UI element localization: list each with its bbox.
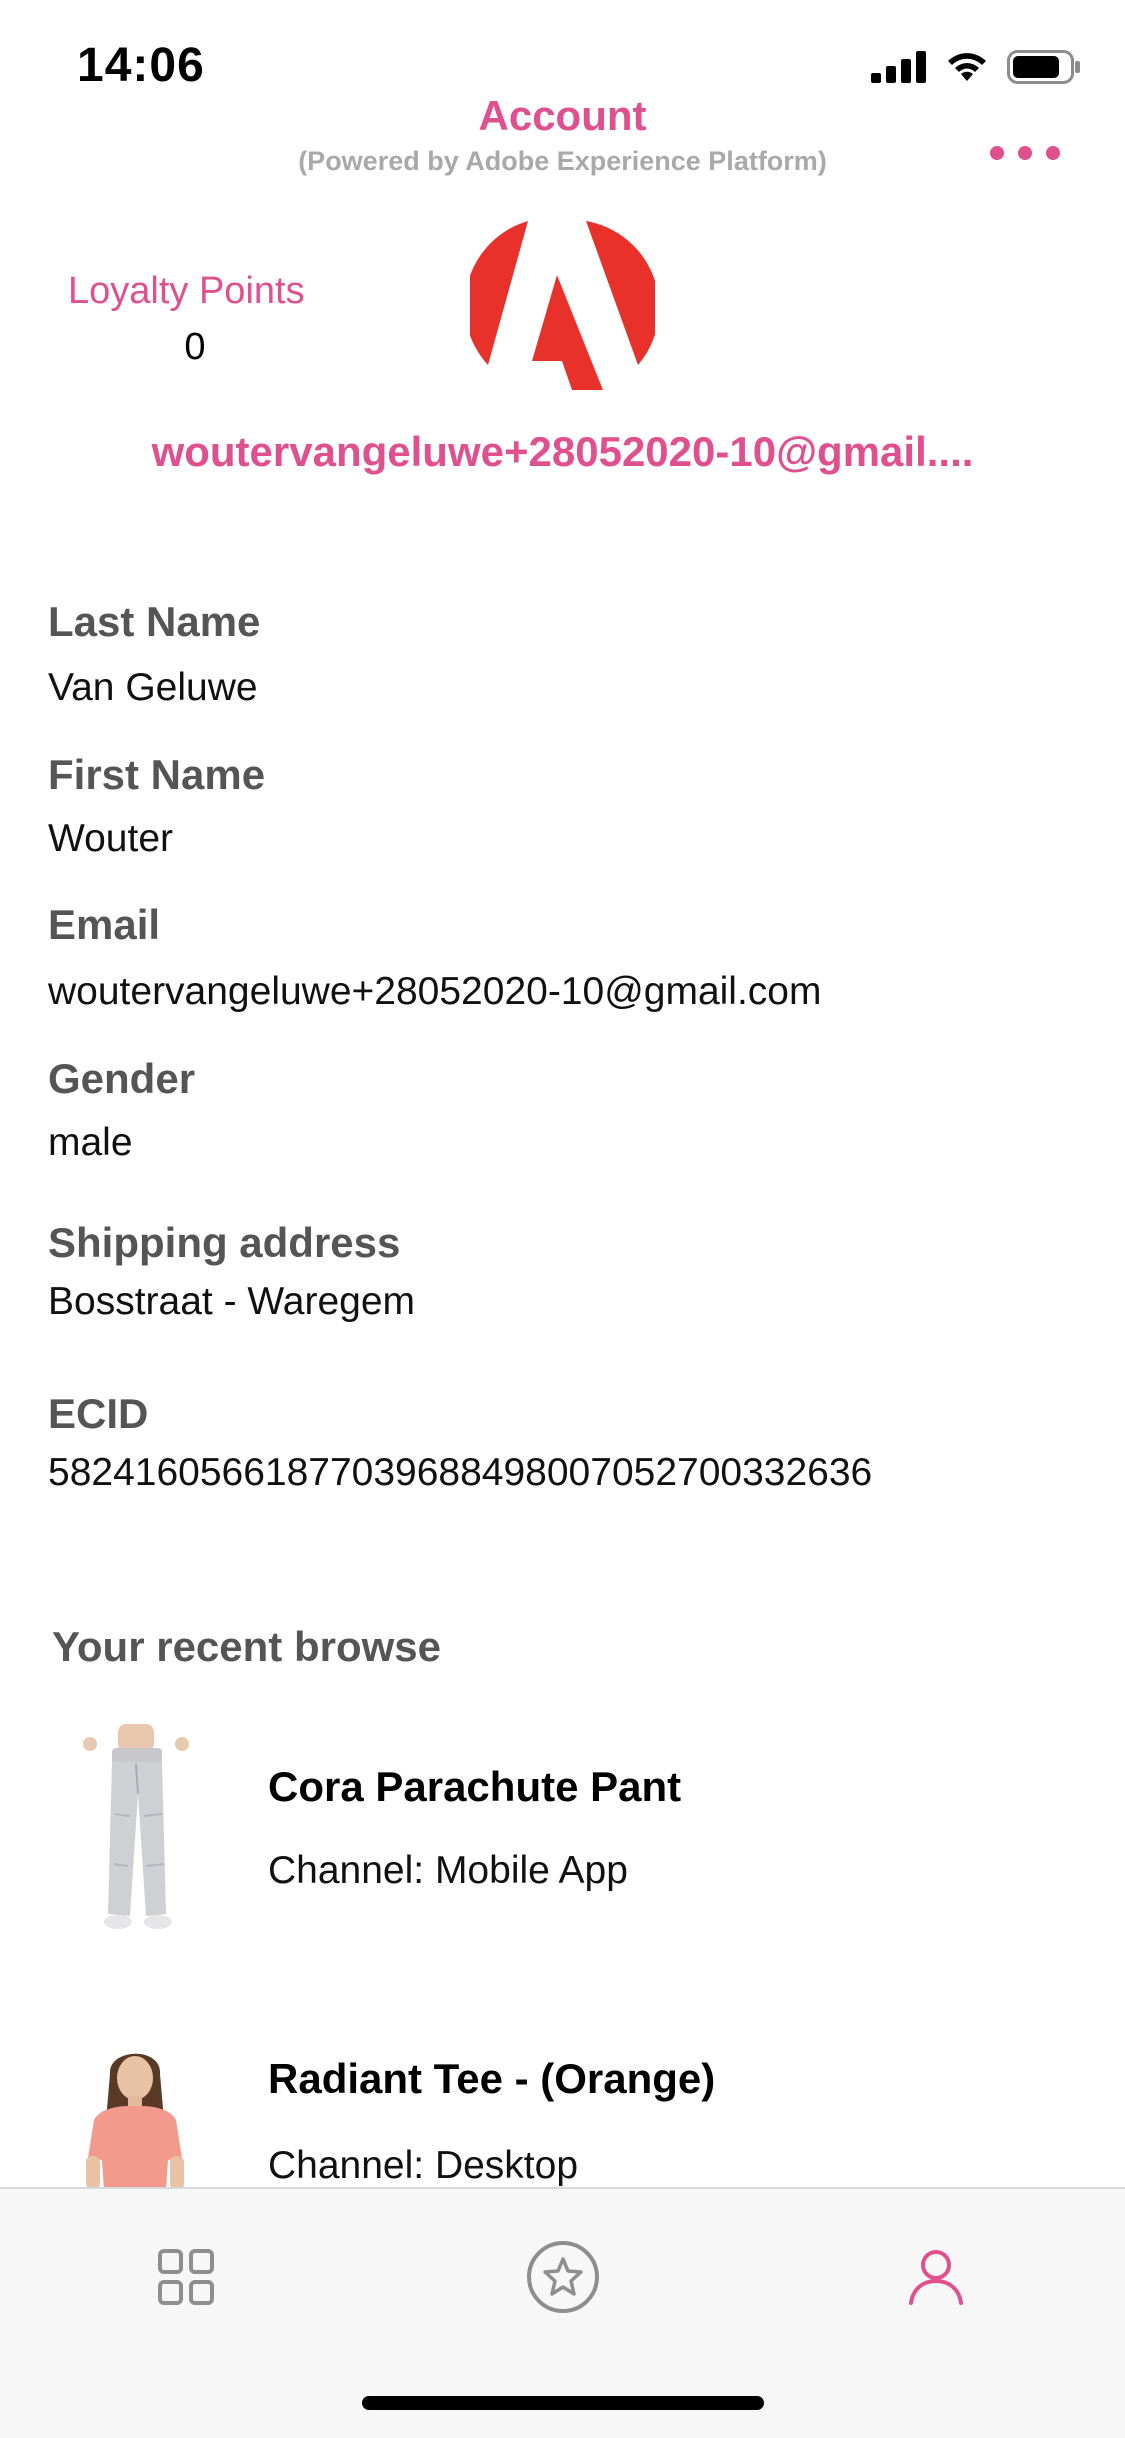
ecid-label: ECID — [48, 1390, 149, 1437]
more-button[interactable] — [990, 138, 1060, 168]
page-title: Account — [478, 92, 647, 139]
tab-account[interactable] — [896, 2237, 976, 2317]
ecid-value: 58241605661877039688498007052700332636 — [48, 1451, 873, 1494]
email-value: woutervangeluwe+28052020-10@gmail.com — [48, 970, 822, 1013]
product-image — [83, 1724, 189, 1929]
signal-icon — [871, 51, 926, 83]
loyalty-points-value: 0 — [184, 326, 206, 368]
shipping-address-value: Bosstraat - Waregem — [48, 1280, 415, 1323]
more-dot — [1046, 146, 1060, 160]
first-name-label: First Name — [48, 751, 266, 798]
star-icon — [527, 2241, 599, 2313]
product-channel: Channel: Desktop — [268, 2144, 579, 2187]
more-horizontal-icon — [990, 146, 1004, 160]
home-indicator — [362, 2396, 764, 2410]
page-subtitle: (Powered by Adobe Experience Platform) — [298, 146, 827, 176]
product-channel: Channel: Mobile App — [268, 1849, 628, 1892]
grid-icon — [158, 2249, 214, 2305]
last-name-label: Last Name — [48, 598, 261, 645]
status-time: 14:06 — [77, 39, 205, 92]
email-label: Email — [48, 901, 161, 948]
account-email-heading: woutervangeluwe+28052020-10@gmail.... — [151, 428, 974, 475]
gender-label: Gender — [48, 1055, 196, 1102]
product-name: Cora Parachute Pant — [268, 1763, 682, 1810]
user-icon — [909, 2250, 963, 2305]
product-name: Radiant Tee - (Orange) — [268, 2055, 716, 2102]
tab-browse[interactable] — [146, 2237, 226, 2317]
list-item[interactable]: Radiant Tee - (Orange) Channel: Desktop — [0, 2036, 1125, 2187]
loyalty-points-label: Loyalty Points — [68, 270, 305, 312]
product-image — [86, 2053, 184, 2187]
wifi-icon — [948, 53, 986, 81]
last-name-value: Van Geluwe — [48, 666, 258, 709]
more-dot — [1018, 146, 1032, 160]
list-item[interactable]: Cora Parachute Pant Channel: Mobile App — [0, 1720, 1125, 1940]
brand-logo — [470, 221, 655, 390]
shipping-address-label: Shipping address — [48, 1219, 401, 1266]
first-name-value: Wouter — [48, 817, 173, 860]
tab-favorites[interactable] — [523, 2237, 603, 2317]
gender-value: male — [48, 1121, 133, 1164]
status-icons — [871, 50, 1081, 84]
battery-icon — [1007, 50, 1080, 84]
recent-browse-title: Your recent browse — [52, 1623, 441, 1670]
